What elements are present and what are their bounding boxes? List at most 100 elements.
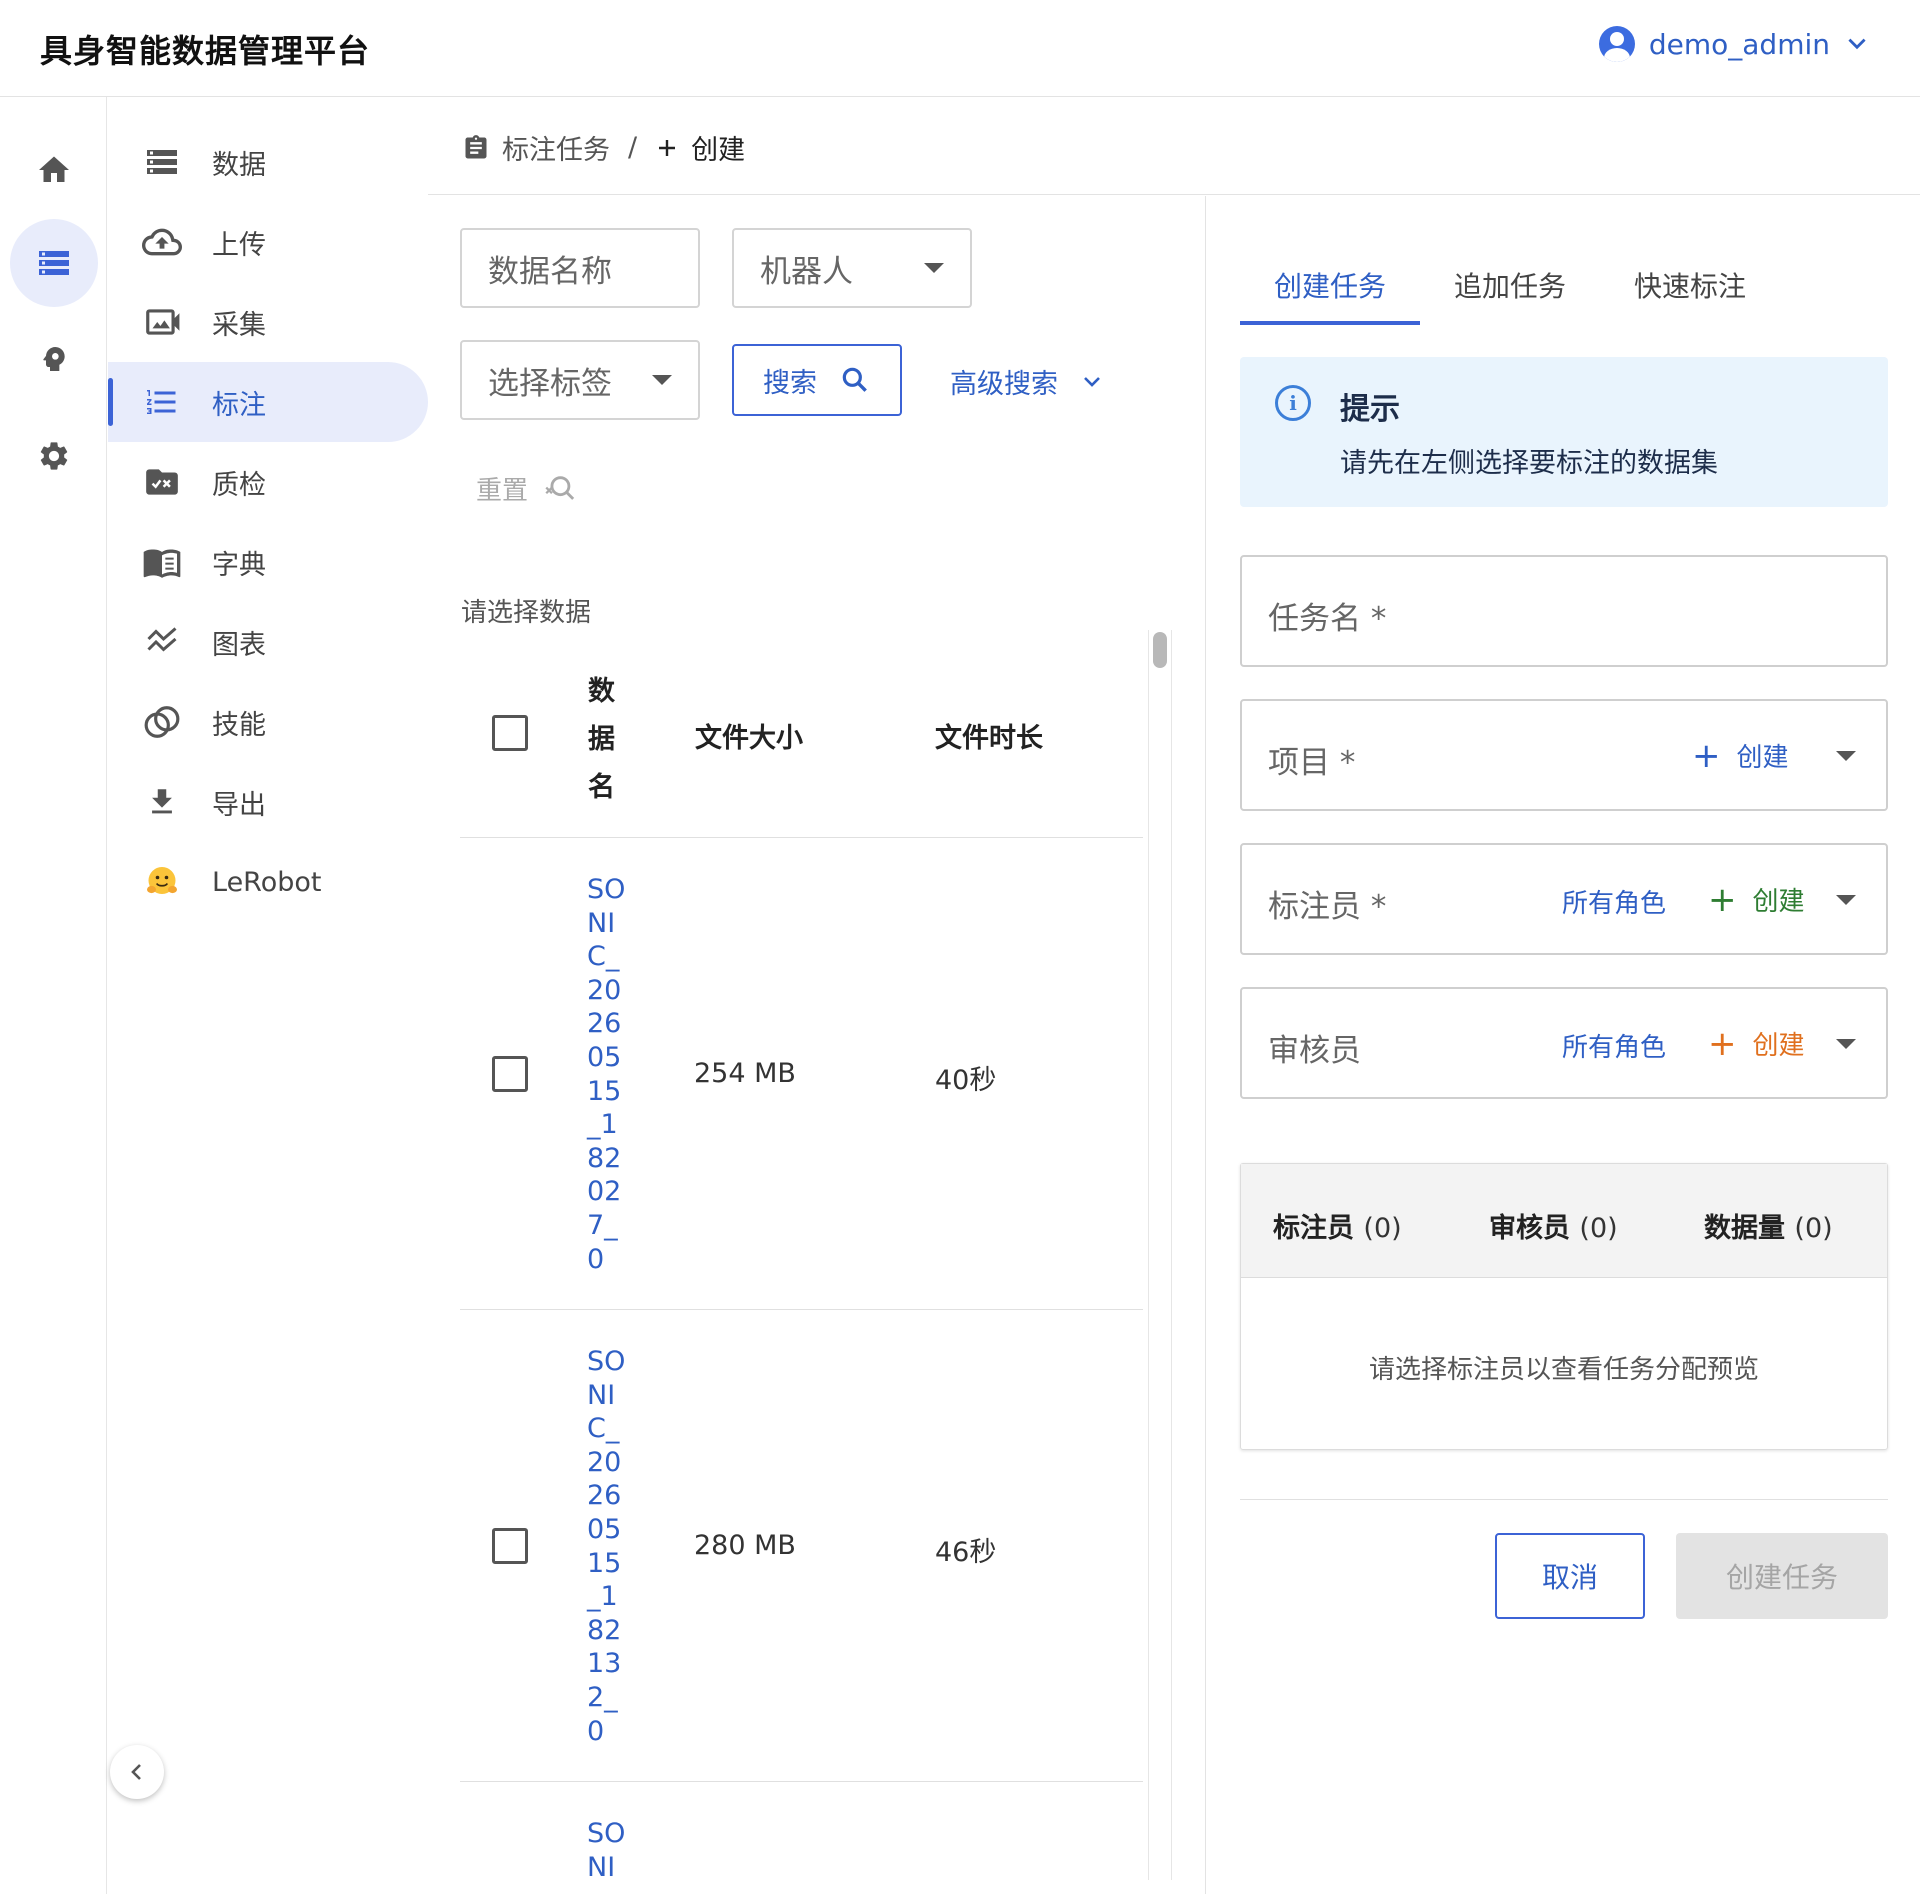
table-row[interactable]: SONIC_20260515_182132_0 280 MB 46秒 bbox=[460, 1310, 1143, 1782]
select-all-checkbox[interactable] bbox=[492, 715, 528, 751]
nav-item-qc[interactable]: 质检 bbox=[108, 442, 428, 522]
dropdown-arrow-icon bbox=[1836, 895, 1856, 905]
column-name[interactable]: 数据名 bbox=[588, 668, 618, 812]
tab-append-task[interactable]: 追加任务 bbox=[1420, 245, 1600, 325]
task-name-field[interactable]: 任务名 * bbox=[1240, 555, 1888, 667]
table-scrollbar[interactable] bbox=[1148, 630, 1172, 1880]
nav-item-skills[interactable]: 技能 bbox=[108, 682, 428, 762]
create-label: 创建 bbox=[1736, 743, 1789, 773]
all-roles-filter[interactable]: 所有角色 bbox=[1562, 1027, 1666, 1064]
tag-select[interactable]: 选择标签 bbox=[460, 340, 700, 420]
column-size[interactable]: 文件大小 bbox=[695, 716, 803, 755]
nav-item-dictionary[interactable]: 字典 bbox=[108, 522, 428, 602]
folder-check-icon bbox=[142, 462, 182, 502]
tab-quick-annotate[interactable]: 快速标注 bbox=[1600, 245, 1780, 325]
nav-label: 质检 bbox=[212, 469, 266, 501]
info-icon: i bbox=[1275, 385, 1311, 421]
row-checkbox[interactable] bbox=[492, 1528, 528, 1564]
search-label: 搜索 bbox=[763, 367, 817, 399]
chart-line-icon bbox=[142, 622, 182, 662]
nav-item-capture[interactable]: 采集 bbox=[108, 282, 428, 362]
summary-annotators: 标注员 (0) bbox=[1273, 1213, 1402, 1244]
row-checkbox[interactable] bbox=[492, 1056, 528, 1092]
rail-data[interactable] bbox=[10, 219, 98, 307]
plus-icon: + bbox=[1708, 1023, 1737, 1064]
search-icon bbox=[842, 367, 867, 392]
summary-header: 标注员 (0) 审核员 (0) 数据量 (0) bbox=[1241, 1164, 1887, 1278]
scrollbar-thumb[interactable] bbox=[1153, 632, 1167, 668]
psychology-icon bbox=[43, 347, 65, 371]
project-select[interactable]: 项目 * + 创建 bbox=[1240, 699, 1888, 811]
user-menu[interactable]: demo_admin bbox=[1598, 26, 1870, 62]
icon-rail bbox=[0, 97, 107, 1894]
data-table: 数据名 文件大小 文件时长 SONIC_20260515_182027_0 25… bbox=[460, 630, 1143, 1880]
all-roles-filter[interactable]: 所有角色 bbox=[1562, 883, 1666, 920]
dropdown-arrow-icon bbox=[652, 375, 672, 385]
column-duration[interactable]: 文件时长 bbox=[935, 716, 1043, 755]
reset-button[interactable]: 重置 bbox=[476, 470, 576, 507]
rail-home[interactable] bbox=[10, 126, 98, 214]
nav-label: 导出 bbox=[212, 789, 266, 821]
data-name-link[interactable]: SONIC_20260515_182132_0 bbox=[587, 1345, 631, 1748]
book-icon bbox=[142, 542, 182, 582]
select-data-label: 请选择数据 bbox=[461, 598, 592, 628]
list-storage-icon bbox=[142, 142, 182, 182]
summary-data-count: 数据量 (0) bbox=[1704, 1213, 1833, 1244]
app-title: 具身智能数据管理平台 bbox=[40, 32, 371, 70]
create-reviewer-button[interactable]: + 创建 bbox=[1708, 1025, 1805, 1062]
tab-create-task[interactable]: 创建任务 bbox=[1240, 245, 1420, 325]
nav-item-data[interactable]: 数据 bbox=[108, 122, 428, 202]
nav-item-export[interactable]: 导出 bbox=[108, 762, 428, 842]
data-name-link[interactable]: SONIC_20260515_182027_0 bbox=[587, 873, 631, 1276]
robot-placeholder: 机器人 bbox=[760, 253, 853, 290]
breadcrumb-separator: / bbox=[628, 132, 638, 163]
download-icon bbox=[142, 782, 182, 822]
nav-item-charts[interactable]: 图表 bbox=[108, 602, 428, 682]
nav-label: 数据 bbox=[212, 149, 266, 181]
chevron-down-icon bbox=[1084, 376, 1100, 387]
nav-item-upload[interactable]: 上传 bbox=[108, 202, 428, 282]
data-name-input[interactable]: 数据名称 bbox=[460, 228, 700, 308]
create-project-button[interactable]: + 创建 bbox=[1692, 737, 1789, 774]
advanced-search-button[interactable]: 高级搜索 bbox=[950, 362, 1104, 401]
nav-label: 采集 bbox=[212, 309, 266, 341]
nav-label: 图表 bbox=[212, 629, 266, 661]
nav-label: 技能 bbox=[212, 709, 266, 741]
file-duration: 40秒 bbox=[935, 1065, 997, 1096]
robot-select[interactable]: 机器人 bbox=[732, 228, 972, 308]
info-text: 请先在左侧选择要标注的数据集 bbox=[1340, 448, 1718, 479]
create-label: 创建 bbox=[1752, 1031, 1805, 1061]
chevron-down-icon bbox=[1848, 38, 1866, 50]
rail-settings[interactable] bbox=[10, 412, 98, 500]
create-label: 创建 bbox=[1752, 887, 1805, 917]
file-size: 254 MB bbox=[694, 1058, 796, 1089]
home-icon bbox=[39, 156, 69, 182]
search-button[interactable]: 搜索 bbox=[732, 344, 902, 416]
create-annotator-button[interactable]: + 创建 bbox=[1708, 881, 1805, 918]
nav-item-annotate[interactable]: 标注 bbox=[108, 362, 428, 442]
user-name: demo_admin bbox=[1648, 27, 1830, 61]
nav-label: 字典 bbox=[212, 549, 266, 581]
nav-item-lerobot[interactable]: LeRobot bbox=[108, 842, 428, 922]
create-task-button[interactable]: 创建任务 bbox=[1676, 1533, 1888, 1619]
reviewer-select[interactable]: 审核员 所有角色 + 创建 bbox=[1240, 987, 1888, 1099]
table-row[interactable]: SONI bbox=[460, 1782, 1143, 1880]
account-circle-icon bbox=[1598, 26, 1635, 62]
cancel-button[interactable]: 取消 bbox=[1495, 1533, 1645, 1619]
data-name-link[interactable]: SONI bbox=[587, 1817, 631, 1880]
summary-reviewers: 审核员 (0) bbox=[1489, 1213, 1618, 1244]
summary-empty-text: 请选择标注员以查看任务分配预览 bbox=[1368, 1355, 1759, 1385]
sidebar-nav: 数据 上传 采集 标注 质检 字典 图表 技能 导出 LeRobot bbox=[108, 97, 428, 1894]
reviewer-label: 审核员 bbox=[1268, 1033, 1361, 1069]
rail-skills[interactable] bbox=[10, 315, 98, 403]
plus-icon: + bbox=[1692, 735, 1721, 776]
storage-icon bbox=[39, 251, 69, 275]
annotator-select[interactable]: 标注员 * 所有角色 + 创建 bbox=[1240, 843, 1888, 955]
annotator-label: 标注员 * bbox=[1268, 889, 1387, 925]
breadcrumb-parent[interactable]: 标注任务 bbox=[502, 128, 610, 167]
table-row[interactable]: SONIC_20260515_182027_0 254 MB 40秒 bbox=[460, 838, 1143, 1310]
table-header: 数据名 文件大小 文件时长 bbox=[460, 630, 1143, 838]
file-size: 280 MB bbox=[694, 1530, 796, 1561]
task-tabs: 创建任务 追加任务 快速标注 bbox=[1240, 245, 1780, 325]
info-title: 提示 bbox=[1340, 392, 1400, 427]
